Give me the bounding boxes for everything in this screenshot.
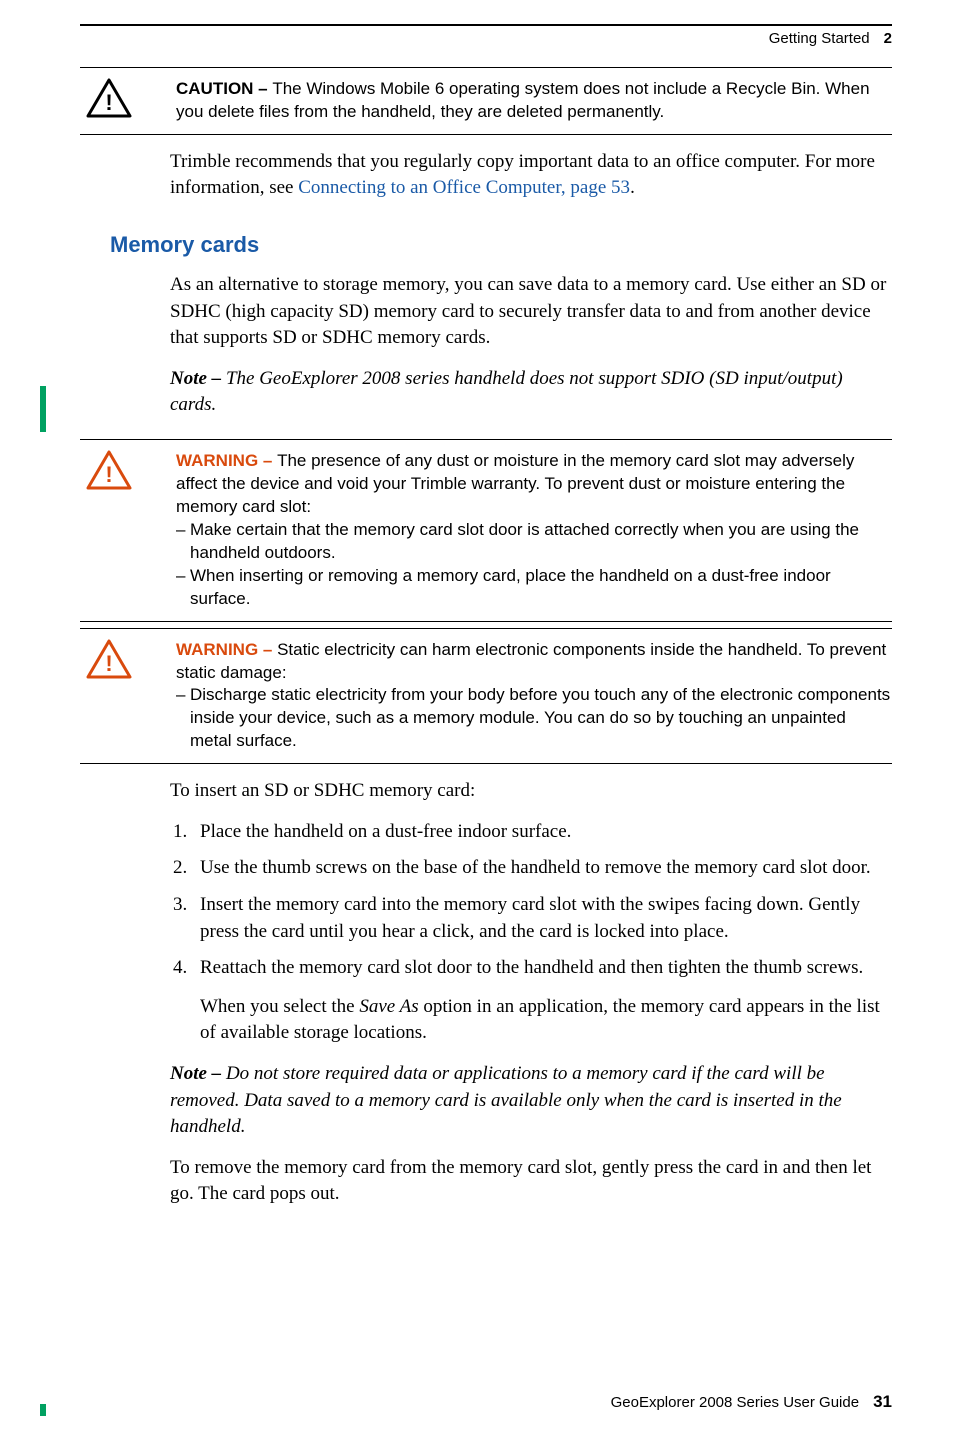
- step-text: Use the thumb screws on the base of the …: [200, 857, 871, 878]
- svg-text:!: !: [105, 651, 112, 676]
- warning-text: WARNING – Static electricity can harm el…: [176, 639, 892, 754]
- warning-triangle-icon: !: [86, 78, 132, 123]
- list-item: – Discharge static electricity from your…: [176, 684, 892, 753]
- warning-block-dust: ! WARNING – The presence of any dust or …: [80, 439, 892, 622]
- intro-paragraph: Trimble recommends that you regularly co…: [170, 149, 892, 202]
- footer-page-number: 31: [873, 1392, 892, 1412]
- step4-extra-a: When you select the: [200, 996, 359, 1017]
- intro-text-b: .: [630, 177, 635, 198]
- caution-label: CAUTION –: [176, 79, 272, 98]
- running-header: Getting Started 2: [80, 24, 892, 47]
- warning-icon-cell: !: [80, 450, 176, 495]
- note-text: The GeoExplorer 2008 series handheld doe…: [170, 368, 843, 416]
- remove-instructions: To remove the memory card from the memor…: [170, 1155, 892, 1208]
- header-section-title: Getting Started: [769, 30, 870, 47]
- memory-p1: As an alternative to storage memory, you…: [170, 272, 892, 352]
- svg-text:!: !: [105, 462, 112, 487]
- warning-text: WARNING – The presence of any dust or mo…: [176, 450, 892, 611]
- warning-list: – Discharge static electricity from your…: [176, 684, 892, 753]
- page-footer: GeoExplorer 2008 Series User Guide 31: [611, 1392, 892, 1412]
- warning-lead: The presence of any dust or moisture in …: [176, 451, 854, 516]
- caution-text: CAUTION – The Windows Mobile 6 operating…: [176, 78, 892, 124]
- warning-label: WARNING –: [176, 451, 277, 470]
- list-text: Make certain that the memory card slot d…: [190, 519, 892, 565]
- warning-label: WARNING –: [176, 640, 277, 659]
- list-item: – Make certain that the memory card slot…: [176, 519, 892, 565]
- warning-icon-cell: !: [80, 639, 176, 684]
- svg-text:!: !: [105, 90, 112, 115]
- list-item: Reattach the memory card slot door to th…: [192, 955, 892, 1047]
- page: Getting Started 2 ! CAUTION – The Window…: [0, 0, 972, 1438]
- header-chapter-number: 2: [884, 30, 892, 47]
- memory-intro: As an alternative to storage memory, you…: [170, 272, 892, 419]
- list-item: Place the handheld on a dust-free indoor…: [192, 819, 892, 846]
- cross-ref-link[interactable]: Connecting to an Office Computer, page 5…: [298, 177, 630, 198]
- revision-bar-icon: [40, 386, 46, 432]
- warning-list: – Make certain that the memory card slot…: [176, 519, 892, 611]
- step-text: Insert the memory card into the memory c…: [200, 894, 860, 942]
- note-sdio: Note – The GeoExplorer 2008 series handh…: [170, 366, 892, 419]
- list-item: – When inserting or removing a memory ca…: [176, 565, 892, 611]
- steps-list: Place the handheld on a dust-free indoor…: [192, 819, 892, 1047]
- footer-guide-title: GeoExplorer 2008 Series User Guide: [611, 1394, 859, 1411]
- warning-block-static: ! WARNING – Static electricity can harm …: [80, 628, 892, 765]
- caution-block: ! CAUTION – The Windows Mobile 6 operati…: [80, 67, 892, 135]
- insert-lead: To insert an SD or SDHC memory card:: [170, 778, 892, 805]
- warning-triangle-icon: !: [86, 639, 132, 684]
- list-item: Use the thumb screws on the base of the …: [192, 855, 892, 882]
- section-heading-memory-cards: Memory cards: [110, 232, 892, 258]
- revision-bar-icon: [40, 1404, 46, 1416]
- warning-lead: Static electricity can harm electronic c…: [176, 640, 886, 682]
- list-text: Discharge static electricity from your b…: [190, 684, 892, 753]
- note-storage: Note – Do not store required data or app…: [170, 1061, 892, 1141]
- step-text: Place the handheld on a dust-free indoor…: [200, 821, 571, 842]
- save-as-label: Save As: [359, 996, 418, 1017]
- caution-body: The Windows Mobile 6 operating system do…: [176, 79, 870, 121]
- insert-instructions: To insert an SD or SDHC memory card: Pla…: [170, 778, 892, 1208]
- list-text: When inserting or removing a memory card…: [190, 565, 892, 611]
- step-text: Reattach the memory card slot door to th…: [200, 957, 863, 978]
- note-text: Do not store required data or applicatio…: [170, 1063, 842, 1137]
- note-label: Note –: [170, 1063, 226, 1084]
- list-item: Insert the memory card into the memory c…: [192, 892, 892, 945]
- warning-triangle-icon: !: [86, 450, 132, 495]
- note-label: Note –: [170, 368, 226, 389]
- caution-icon-cell: !: [80, 78, 176, 123]
